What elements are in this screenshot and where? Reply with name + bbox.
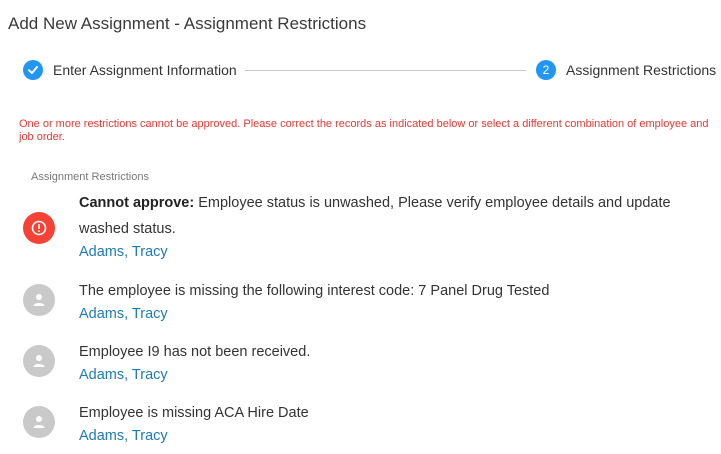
error-message: One or more restrictions cannot be appro…	[19, 118, 709, 143]
restriction-text: The employee is missing the following in…	[79, 278, 699, 324]
step-label-restrictions[interactable]: Assignment Restrictions	[566, 62, 716, 78]
restriction-prefix: Cannot approve:	[79, 195, 195, 211]
employee-link[interactable]: Adams, Tracy	[79, 426, 699, 446]
wizard-stepper: Enter Assignment Information 2 Assignmen…	[23, 60, 717, 82]
employee-link[interactable]: Adams, Tracy	[79, 304, 699, 324]
person-icon	[23, 406, 55, 438]
restriction-message: Employee is missing ACA Hire Date	[79, 405, 309, 421]
section-label: Assignment Restrictions	[31, 171, 149, 183]
restriction-message: The employee is missing the following in…	[79, 283, 550, 299]
step-label-enter-info[interactable]: Enter Assignment Information	[53, 62, 237, 78]
employee-link[interactable]: Adams, Tracy	[79, 365, 699, 385]
employee-link[interactable]: Adams, Tracy	[79, 242, 699, 262]
step-connector	[245, 70, 526, 71]
restriction-text: Employee is missing ACA Hire Date Adams,…	[79, 400, 699, 446]
check-icon[interactable]	[23, 60, 43, 80]
restriction-message: Employee I9 has not been received.	[79, 344, 311, 360]
error-icon	[23, 212, 55, 244]
person-icon	[23, 284, 55, 316]
restriction-text: Employee I9 has not been received. Adams…	[79, 339, 699, 385]
page-title: Add New Assignment - Assignment Restrict…	[8, 14, 367, 33]
step-number-badge[interactable]: 2	[536, 60, 556, 80]
restriction-text: Cannot approve: Employee status is unwas…	[79, 190, 699, 262]
person-icon	[23, 345, 55, 377]
